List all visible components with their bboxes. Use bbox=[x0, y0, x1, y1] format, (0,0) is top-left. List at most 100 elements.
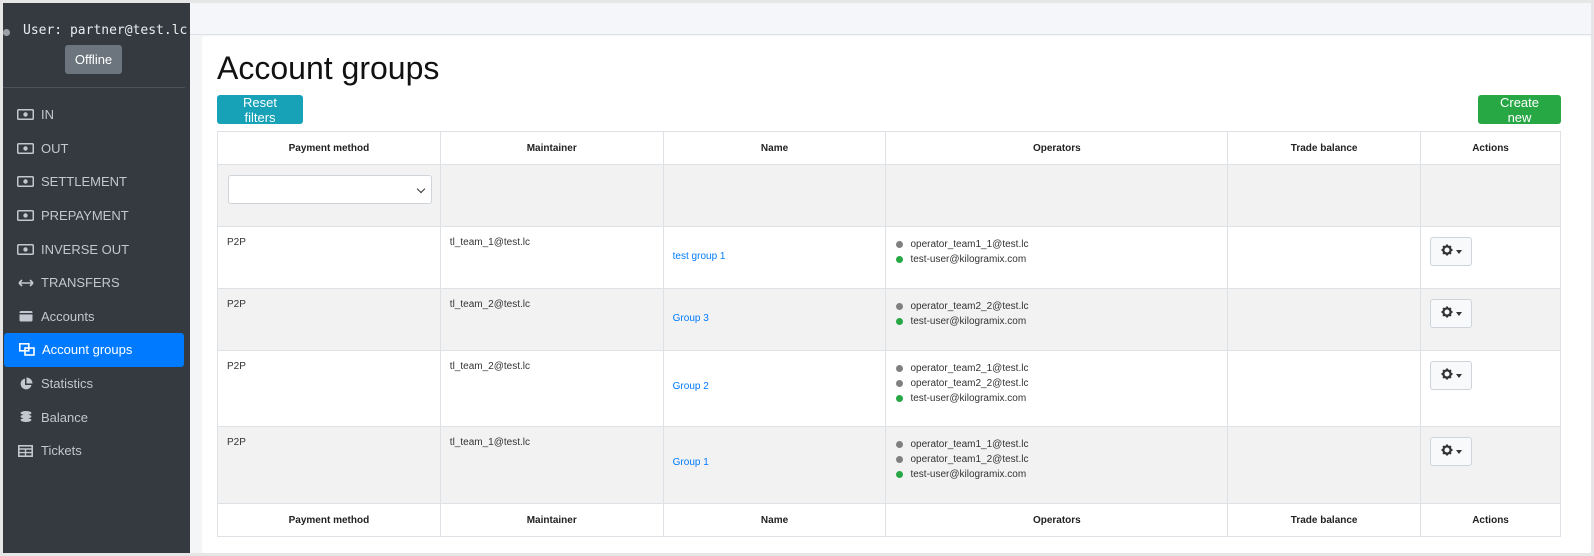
online-status-dot bbox=[896, 471, 904, 478]
gear-icon bbox=[1441, 306, 1453, 321]
user-status-dot bbox=[3, 29, 10, 36]
actions-dropdown-button[interactable] bbox=[1430, 299, 1473, 328]
column-footer-actions: Actions bbox=[1420, 503, 1561, 537]
table-row: P2P tl_team_2@test.lc Group 3 operator_t… bbox=[217, 288, 1561, 351]
sidebar-divider bbox=[3, 87, 185, 88]
offline-status-dot bbox=[896, 456, 904, 463]
operator-item: operator_team1_1@test.lc bbox=[896, 237, 1218, 252]
payment-method-cell: P2P bbox=[217, 288, 441, 351]
actions-dropdown-button[interactable] bbox=[1430, 361, 1473, 390]
sidebar-item-label: OUT bbox=[41, 140, 69, 156]
reset-filters-button[interactable]: Reset filters bbox=[217, 95, 303, 125]
caret-down-icon bbox=[1455, 311, 1462, 316]
operators-cell: operator_team2_1@test.lc operator_team2_… bbox=[885, 350, 1229, 427]
sidebar-item-tickets[interactable]: Tickets bbox=[3, 434, 190, 468]
operator-item: operator_team2_1@test.lc bbox=[896, 361, 1218, 376]
actions-cell bbox=[1420, 288, 1561, 351]
sidebar-item-in[interactable]: IN bbox=[3, 98, 190, 132]
sidebar-item-statistics[interactable]: Statistics bbox=[3, 367, 190, 401]
maintainer-cell: tl_team_2@test.lc bbox=[439, 288, 664, 351]
top-navbar bbox=[190, 3, 1591, 35]
money-icon bbox=[17, 108, 34, 122]
group-name-link[interactable]: test group 1 bbox=[673, 251, 877, 262]
pie-chart-icon bbox=[17, 377, 34, 391]
sidebar-item-label: IN bbox=[41, 107, 54, 123]
sidebar-nav: IN OUT SETTLEMENT PREPAYMENT INVERSE OUT… bbox=[3, 98, 190, 468]
column-header-name[interactable]: Name bbox=[662, 131, 887, 165]
sidebar-item-label: Balance bbox=[41, 409, 88, 425]
caret-down-icon bbox=[1455, 249, 1462, 254]
operators-cell: operator_team2_2@test.lc test-user@kilog… bbox=[885, 288, 1229, 351]
actions-dropdown-button[interactable] bbox=[1430, 237, 1473, 266]
actions-dropdown-button[interactable] bbox=[1430, 437, 1473, 466]
operator-item: test-user@kilogramix.com bbox=[896, 314, 1218, 329]
sidebar-item-out[interactable]: OUT bbox=[3, 132, 190, 166]
arrows-horizontal-icon bbox=[17, 276, 34, 290]
column-footer-operators: Operators bbox=[885, 503, 1229, 537]
offline-status-dot bbox=[896, 380, 904, 387]
money-icon bbox=[17, 209, 34, 223]
actions-cell bbox=[1420, 350, 1561, 427]
column-header-payment-method[interactable]: Payment method bbox=[217, 131, 441, 165]
table-icon bbox=[17, 444, 34, 458]
sidebar-item-transfers[interactable]: TRANSFERS bbox=[3, 266, 190, 300]
trade-balance-cell bbox=[1227, 350, 1422, 427]
offline-status-dot bbox=[896, 303, 904, 310]
sidebar-item-balance[interactable]: Balance bbox=[3, 400, 190, 434]
trade-balance-cell bbox=[1227, 426, 1422, 504]
money-icon bbox=[17, 242, 34, 256]
payment-method-filter-select[interactable] bbox=[228, 175, 432, 204]
sidebar-item-label: Account groups bbox=[42, 342, 133, 358]
maintainer-cell: tl_team_1@test.lc bbox=[439, 426, 664, 504]
column-footer-payment-method: Payment method bbox=[217, 503, 441, 537]
money-icon bbox=[17, 175, 34, 189]
group-name-link[interactable]: Group 1 bbox=[673, 457, 877, 468]
maintainer-cell: tl_team_2@test.lc bbox=[439, 350, 664, 427]
status-button[interactable]: Offline bbox=[65, 45, 122, 74]
table-row: P2P tl_team_2@test.lc Group 2 operator_t… bbox=[217, 350, 1561, 427]
column-header-trade-balance[interactable]: Trade balance bbox=[1227, 131, 1422, 165]
operator-item: operator_team2_2@test.lc bbox=[896, 376, 1218, 391]
column-footer-name: Name bbox=[662, 503, 887, 537]
caret-down-icon bbox=[1455, 373, 1462, 378]
sidebar-item-prepayment[interactable]: PREPAYMENT bbox=[3, 199, 190, 233]
group-name-link[interactable]: Group 2 bbox=[673, 381, 877, 392]
column-footer-maintainer: Maintainer bbox=[439, 503, 664, 537]
group-name-link[interactable]: Group 3 bbox=[673, 313, 877, 324]
column-header-operators[interactable]: Operators bbox=[885, 131, 1229, 165]
table-footer-row: Payment method Maintainer Name Operators… bbox=[217, 503, 1561, 537]
wallet-icon bbox=[17, 309, 34, 323]
filter-row bbox=[217, 164, 1561, 227]
page-title: Account groups bbox=[217, 50, 440, 86]
column-header-maintainer[interactable]: Maintainer bbox=[439, 131, 664, 165]
online-status-dot bbox=[896, 395, 904, 402]
sidebar-item-label: Statistics bbox=[41, 376, 94, 392]
offline-status-dot bbox=[896, 441, 904, 448]
operator-item: test-user@kilogramix.com bbox=[896, 467, 1218, 482]
operators-cell: operator_team1_1@test.lc operator_team1_… bbox=[885, 426, 1229, 504]
sidebar-item-label: Tickets bbox=[41, 443, 82, 459]
operator-item: operator_team2_2@test.lc bbox=[896, 299, 1218, 314]
offline-status-dot bbox=[896, 365, 904, 372]
actions-cell bbox=[1420, 226, 1561, 289]
coins-icon bbox=[17, 410, 34, 424]
sidebar-item-inverse-out[interactable]: INVERSE OUT bbox=[3, 232, 190, 266]
object-group-icon bbox=[18, 343, 35, 357]
caret-down-icon bbox=[1455, 449, 1462, 454]
maintainer-cell: tl_team_1@test.lc bbox=[439, 226, 664, 289]
payment-method-filter-cell bbox=[217, 164, 441, 227]
sidebar-item-account-groups[interactable]: Account groups bbox=[4, 333, 184, 367]
create-new-button[interactable]: Create new bbox=[1478, 95, 1561, 125]
sidebar-item-label: INVERSE OUT bbox=[41, 241, 130, 257]
user-label: User: partner@test.lc bbox=[23, 23, 188, 38]
sidebar-item-settlement[interactable]: SETTLEMENT bbox=[3, 165, 190, 199]
operators-cell: operator_team1_1@test.lc test-user@kilog… bbox=[885, 226, 1229, 289]
payment-method-cell: P2P bbox=[217, 426, 441, 504]
content-card: Account groups Reset filters Create new … bbox=[202, 36, 1591, 553]
gear-icon bbox=[1441, 368, 1453, 383]
operator-item: operator_team1_2@test.lc bbox=[896, 452, 1218, 467]
table-row: P2P tl_team_1@test.lc Group 1 operator_t… bbox=[217, 426, 1561, 504]
money-icon bbox=[17, 141, 34, 155]
sidebar-item-accounts[interactable]: Accounts bbox=[3, 300, 190, 334]
payment-method-cell: P2P bbox=[217, 226, 441, 289]
